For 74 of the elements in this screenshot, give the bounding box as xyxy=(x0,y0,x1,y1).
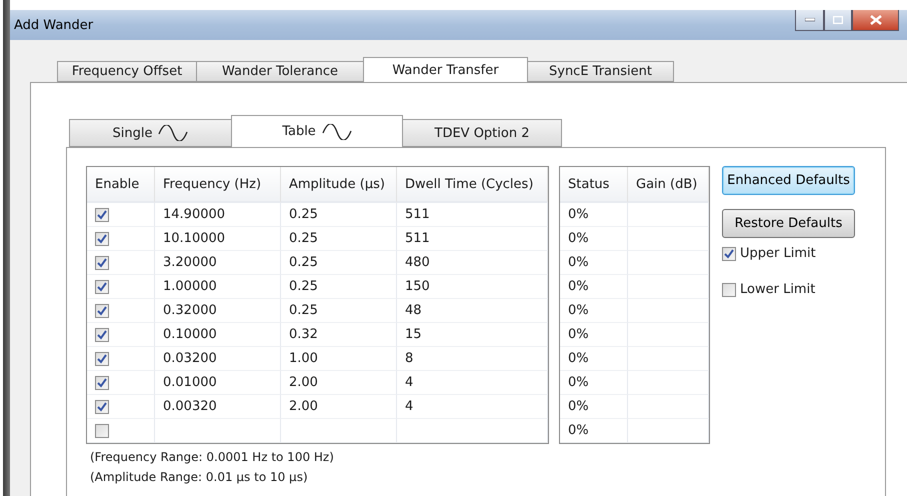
table-cell: 480 xyxy=(397,251,548,275)
tab-label: Table xyxy=(282,124,316,139)
checkbox-label: Upper Limit xyxy=(740,246,816,261)
checkbox[interactable] xyxy=(95,352,109,366)
table-cell: 4 xyxy=(397,395,548,419)
checkbox[interactable] xyxy=(722,282,736,296)
checkbox[interactable] xyxy=(95,232,109,246)
table-cell: 511 xyxy=(397,203,548,227)
defaults-button[interactable]: Enhanced Defaults xyxy=(722,166,855,195)
table-cell: 1.00000 xyxy=(155,275,281,299)
tab-label: Single xyxy=(112,126,152,140)
table-cell: 1.00 xyxy=(281,347,397,371)
table-cell: 10.10000 xyxy=(155,227,281,251)
table-cell: 0% xyxy=(560,347,628,371)
table-cell: 8 xyxy=(397,347,548,371)
table-cell: 14.90000 xyxy=(155,203,281,227)
tab[interactable]: Wander Transfer xyxy=(363,57,528,82)
table-cell: 0.25 xyxy=(281,251,397,275)
checkbox-label: Lower Limit xyxy=(740,282,816,297)
table-cell: 511 xyxy=(397,227,548,251)
table-cell: 0.25 xyxy=(281,299,397,323)
checkbox[interactable] xyxy=(95,280,109,294)
table-cell: 2.00 xyxy=(281,395,397,419)
tab[interactable]: TDEV Option 2 xyxy=(402,119,562,147)
table-cell: 0.10000 xyxy=(155,323,281,347)
table-cell: 3.20000 xyxy=(155,251,281,275)
table-cell: 0% xyxy=(560,371,628,395)
table-cell: 0% xyxy=(560,275,628,299)
tab[interactable]: Wander Tolerance xyxy=(196,61,364,82)
defaults-button[interactable]: Restore Defaults xyxy=(722,209,855,238)
checkbox[interactable] xyxy=(95,376,109,390)
table-cell: 0.25 xyxy=(281,203,397,227)
column-header: Gain (dB) xyxy=(628,167,709,203)
range-note: (Amplitude Range: 0.01 µs to 10 µs) xyxy=(89,470,309,484)
close-icon[interactable] xyxy=(852,10,899,31)
table-cell: 0.03200 xyxy=(155,347,281,371)
tab-label: TDEV Option 2 xyxy=(434,126,530,140)
checkbox[interactable] xyxy=(95,400,109,414)
table-cell: 0% xyxy=(560,203,628,227)
checkbox[interactable] xyxy=(95,256,109,270)
table-cell: 0.32 xyxy=(281,323,397,347)
range-note: (Frequency Range: 0.0001 Hz to 100 Hz) xyxy=(89,450,335,464)
checkbox[interactable] xyxy=(95,208,109,222)
checkbox[interactable] xyxy=(722,246,736,260)
table-cell: 0.25 xyxy=(281,227,397,251)
table-cell: 0% xyxy=(560,251,628,275)
table-cell: 0.25 xyxy=(281,275,397,299)
window-title: Add Wander xyxy=(14,18,94,32)
table-cell: 0% xyxy=(560,395,628,419)
table-cell: 0.00320 xyxy=(155,395,281,419)
column-header: Frequency (Hz) xyxy=(155,167,281,203)
table-cell: 0% xyxy=(560,299,628,323)
checkbox[interactable] xyxy=(95,424,109,438)
table-cell: 0% xyxy=(560,227,628,251)
minimize-icon[interactable] xyxy=(795,10,824,31)
tab[interactable]: SyncE Transient xyxy=(527,61,674,82)
column-header: Amplitude (µs) xyxy=(281,167,397,203)
checkbox[interactable] xyxy=(95,328,109,342)
table-cell: 0.32000 xyxy=(155,299,281,323)
column-header: Enable xyxy=(87,167,155,203)
table-cell: 48 xyxy=(397,299,548,323)
table-cell: 4 xyxy=(397,371,548,395)
table-cell: 0.01000 xyxy=(155,371,281,395)
table-cell: 0% xyxy=(560,323,628,347)
table-cell: 150 xyxy=(397,275,548,299)
table-cell: 0% xyxy=(560,419,628,443)
column-header: Status xyxy=(560,167,628,203)
checkbox[interactable] xyxy=(95,304,109,318)
tab[interactable]: Frequency Offset xyxy=(57,61,197,82)
column-header: Dwell Time (Cycles) xyxy=(397,167,548,203)
table-cell: 15 xyxy=(397,323,548,347)
table-cell: 2.00 xyxy=(281,371,397,395)
maximize-icon[interactable] xyxy=(824,10,852,31)
tab[interactable]: Single xyxy=(69,119,232,147)
